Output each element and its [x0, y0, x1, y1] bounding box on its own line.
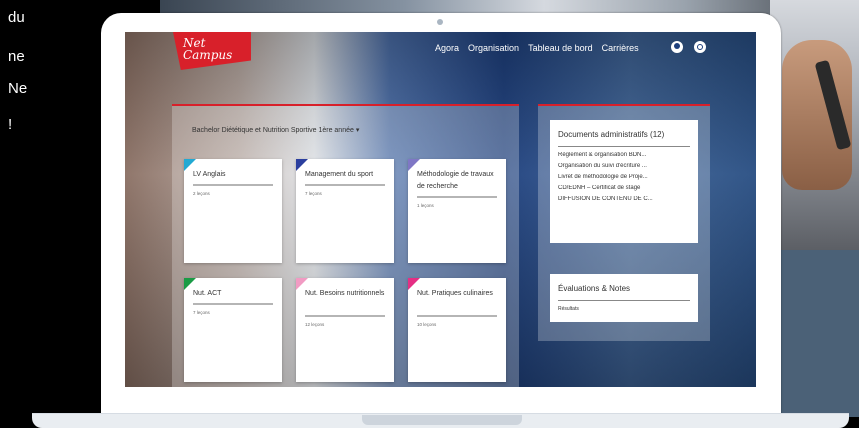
card-lesson-count: 2 leçons — [193, 191, 210, 196]
course-selector[interactable]: Bachelor Diététique et Nutrition Sportiv… — [192, 126, 359, 134]
course-card[interactable]: Management du sport 7 leçons — [296, 159, 394, 263]
document-link[interactable]: CD/EDNH – Certificat de stage — [558, 185, 690, 191]
card-rule — [305, 315, 385, 317]
caption-line: ! — [8, 116, 13, 133]
evaluations-rule — [558, 300, 690, 301]
caption-line: Ne — [8, 80, 28, 97]
card-lesson-count: 7 leçons — [193, 310, 210, 315]
document-link[interactable]: Organisation du suivi d'écriture ... — [558, 163, 690, 169]
laptop-notch — [362, 415, 522, 425]
nav-link-dashboard[interactable]: Tableau de bord — [528, 43, 593, 53]
course-card[interactable]: LV Anglais 2 leçons — [184, 159, 282, 263]
top-nav: Agora Organisation Tableau de bord Carri… — [435, 43, 639, 53]
card-title: Nut. ACT — [193, 290, 222, 297]
evaluations-title: Évaluations & Notes — [558, 284, 631, 293]
info-panel: Documents administratifs (12) Règlement … — [538, 104, 710, 341]
logo-text: Net Campus — [183, 36, 233, 62]
evaluations-box: Évaluations & Notes Résultats — [550, 274, 698, 322]
document-link[interactable]: Règlement & organisation BDN... — [558, 152, 690, 158]
document-link[interactable]: DIFFUSION DE CONTENU DE C... — [558, 196, 690, 202]
nav-link-organisation[interactable]: Organisation — [468, 43, 519, 53]
power-icon[interactable] — [694, 41, 706, 53]
card-rule — [193, 184, 273, 186]
card-rule — [417, 315, 497, 317]
card-rule — [305, 184, 385, 186]
card-title: Nut. Pratiques culinaires — [417, 290, 493, 297]
card-rule — [417, 196, 497, 198]
card-lesson-count: 10 leçons — [417, 322, 437, 327]
card-title: LV Anglais — [193, 171, 226, 178]
documents-rule — [558, 146, 690, 147]
card-lesson-count: 12 leçons — [305, 322, 325, 327]
nav-link-agora[interactable]: Agora — [435, 43, 459, 53]
nav-link-careers[interactable]: Carrières — [602, 43, 639, 53]
course-panel: Bachelor Diététique et Nutrition Sportiv… — [172, 104, 519, 387]
caption-line: du — [8, 9, 25, 26]
course-card[interactable]: Nut. Pratiques culinaires 10 leçons — [408, 278, 506, 382]
results-link[interactable]: Résultats — [558, 306, 690, 312]
user-icon[interactable] — [671, 41, 683, 53]
document-link[interactable]: Livret de méthodologie de Proje... — [558, 174, 690, 180]
card-lesson-count: 1 leçons — [417, 203, 434, 208]
course-card[interactable]: Nut. Besoins nutritionnels 12 leçons — [296, 278, 394, 382]
documents-box: Documents administratifs (12) Règlement … — [550, 120, 698, 243]
card-title: Management du sport — [305, 171, 374, 178]
course-card[interactable]: Méthodologie de travaux de recherche 1 l… — [408, 159, 506, 263]
camera-icon — [437, 19, 443, 25]
documents-title: Documents administratifs (12) — [558, 130, 665, 139]
card-rule — [193, 303, 273, 305]
left-caption: du ne Ne ! — [0, 0, 100, 427]
course-card[interactable]: Nut. ACT 7 leçons — [184, 278, 282, 382]
caption-line: ne — [8, 48, 25, 65]
app-screen: Net Campus Agora Organisation Tableau de… — [125, 32, 756, 387]
desk-background — [778, 250, 859, 417]
card-lesson-count: 7 leçons — [305, 191, 322, 196]
card-title: Méthodologie de travaux de recherche — [417, 171, 494, 190]
card-title: Nut. Besoins nutritionnels — [305, 290, 385, 297]
